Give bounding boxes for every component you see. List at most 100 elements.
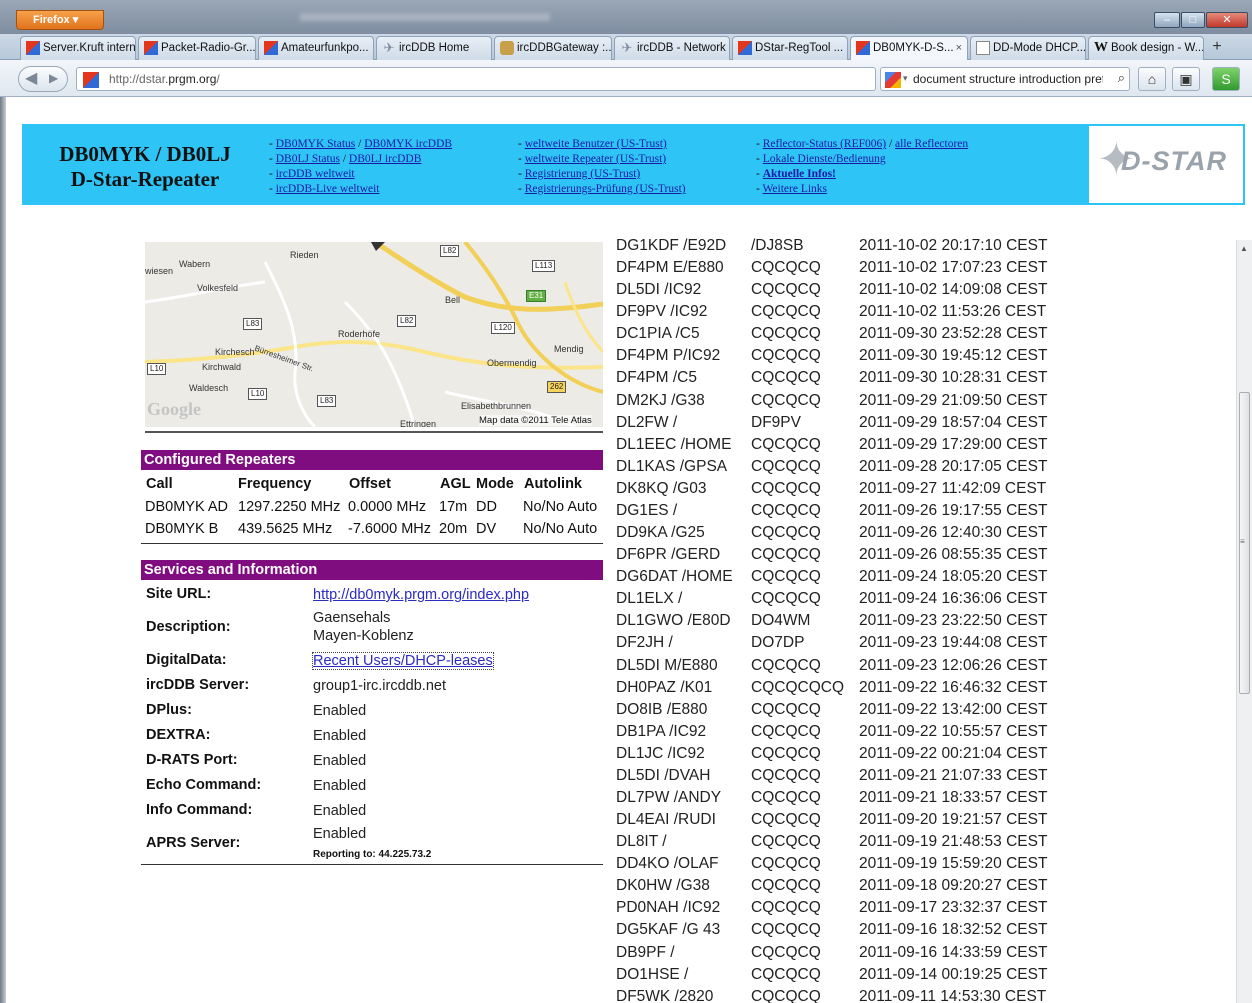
vertical-scrollbar[interactable]: ▲ ≡ [1236, 240, 1252, 1003]
link-weltweite-benutzer[interactable]: weltweite Benutzer (US-Trust) [525, 138, 667, 150]
user-timestamp: 2011-09-21 21:07:33 CEST [859, 766, 1048, 784]
tab-ircddb-gateway[interactable]: ircDDBGateway :... [494, 36, 612, 60]
repeater-mode: DD [476, 499, 497, 515]
link-registrierungs-pruefung[interactable]: Registrierungs-Prüfung (US-Trust) [525, 183, 686, 195]
aprs-reporting: Reporting to: 44.225.73.2 [313, 849, 432, 860]
link-reflector-status[interactable]: Reflector-Status (REF006) [763, 138, 886, 150]
tab-ircddb-home[interactable]: ✈ ircDDB Home [376, 36, 492, 60]
tab-label: ircDDB - Network [637, 42, 726, 54]
bookmarks-menu-icon[interactable]: ▣ [1172, 67, 1200, 91]
search-bar[interactable]: ▾ document structure introduction prefa … [880, 67, 1130, 91]
user-timestamp: 2011-09-19 15:59:20 CEST [859, 855, 1048, 873]
link-registrierung[interactable]: Registrierung (US-Trust) [525, 168, 641, 180]
user-callsign: DK0HW /G38 [616, 877, 710, 895]
link-weitere-links[interactable]: Weitere Links [763, 183, 828, 195]
repeater-offset: 0.0000 MHz [348, 499, 427, 515]
back-arrow-icon[interactable]: ◀ [25, 68, 37, 88]
user-callsign: DF4PM E/E880 [616, 259, 724, 277]
user-destination: CQCQCQ [751, 987, 821, 1003]
user-timestamp: 2011-09-21 18:33:57 CEST [859, 789, 1048, 806]
tab-dd-mode-dhcp[interactable]: DD-Mode DHCP... [970, 36, 1086, 60]
user-callsign: DL5DI /IC92 [616, 281, 702, 299]
tab-amateurfunk[interactable]: Amateurfunkpo... [258, 36, 374, 60]
close-window-icon[interactable]: ✕ [1206, 12, 1248, 28]
tab-book-design[interactable]: W Book design - W... [1088, 36, 1204, 60]
user-callsign: DF9PV /IC92 [616, 303, 708, 321]
map-label: Bell [445, 295, 461, 305]
minimize-icon[interactable]: – [1154, 12, 1180, 28]
user-timestamp: 2011-09-29 21:09:50 CEST [859, 391, 1048, 409]
user-destination: CQCQCQ [751, 303, 821, 321]
link-aktuelle-infos[interactable]: Aktuelle Infos! [763, 168, 836, 180]
user-destination: CQCQCQ [751, 899, 821, 917]
site-title-line1: DB0MYK / DB0LJ [59, 142, 231, 166]
link-db0lj-ircddb[interactable]: DB0LJ ircDDB [349, 153, 422, 165]
user-callsign: DD4KO /OLAF [616, 855, 719, 873]
user-destination: CQCQCQ [751, 568, 821, 586]
url-bar[interactable]: http://dstar.prgm.org/ ★ ▾ ↻ [76, 67, 944, 91]
site-title-line2: D-Star-Repeater [70, 167, 220, 191]
col-offset: Offset [349, 476, 391, 492]
link-ircddb-live[interactable]: ircDDB-Live weltweit [276, 183, 380, 195]
repeater-frequency: 439.5625 MHz [238, 521, 333, 537]
url-prefix: http://dstar. [109, 72, 169, 86]
link-ircddb-weltweit[interactable]: ircDDB weltweit [276, 168, 355, 180]
back-forward-buttons[interactable]: ◀ ▶ [18, 66, 68, 92]
map-label: Obermendig [487, 358, 537, 368]
link-db0lj-status[interactable]: DB0LJ Status [276, 153, 340, 165]
tab-ircddb-network[interactable]: ✈ ircDDB - Network [614, 36, 730, 60]
user-destination: CQCQCQ [751, 369, 821, 387]
tab-strip: Server.Kruft intern Packet-Radio-Gr... A… [0, 34, 1252, 61]
user-timestamp: 2011-09-22 00:21:04 CEST [859, 744, 1048, 762]
forward-arrow-icon[interactable]: ▶ [49, 71, 58, 85]
recent-users-link[interactable]: Recent Users/DHCP-leases [312, 652, 494, 670]
services-heading: Services and Information [141, 560, 603, 580]
user-callsign: DH0PAZ /K01 [616, 678, 713, 696]
addon-icon[interactable]: S [1212, 67, 1240, 91]
url-text[interactable]: http://dstar.prgm.org/ [109, 72, 220, 86]
repeater-call: DB0MYK AD [145, 499, 228, 515]
tab-label: DB0MYK-D-S... [873, 42, 954, 54]
site-url-link[interactable]: http://db0myk.prgm.org/index.php [313, 587, 529, 603]
tab-packet-radio[interactable]: Packet-Radio-Gr... [138, 36, 256, 60]
search-icon[interactable]: ⌕ [1118, 70, 1125, 86]
user-timestamp: 2011-09-23 19:44:08 CEST [859, 634, 1048, 652]
aprs-value: Enabled [313, 826, 367, 842]
location-map[interactable]: Wabern Rieden wiesen Volkesfeld Bell Rod… [145, 242, 603, 427]
tab-label: Server.Kruft intern [43, 42, 136, 54]
user-timestamp: 2011-09-18 09:20:27 CEST [859, 877, 1048, 895]
link-lokale-dienste[interactable]: Lokale Dienste/Bedienung [763, 153, 886, 165]
info-label: Info Command: [146, 802, 253, 818]
map-label: Elisabethbrunnen [461, 401, 532, 411]
tab-server-kruft[interactable]: Server.Kruft intern [20, 36, 136, 60]
window-titlebar: Firefox ▾ – □ ✕ [0, 0, 1252, 34]
firefox-menu-button[interactable]: Firefox ▾ [16, 10, 104, 30]
dstar-favicon-icon [26, 41, 40, 55]
user-timestamp: 2011-10-02 11:53:26 CEST [859, 303, 1047, 321]
link-alle-reflectoren[interactable]: alle Reflectoren [895, 138, 968, 150]
map-label: Kirchwald [202, 362, 242, 372]
scroll-up-icon[interactable]: ▲ [1240, 244, 1248, 253]
header-links-column-2: - weltweite Benutzer (US-Trust) - weltwe… [518, 138, 686, 195]
engine-dropdown-icon[interactable]: ▾ [903, 73, 908, 84]
user-destination: DO4WM [751, 612, 811, 630]
repeater-autolink: No/No Auto [523, 499, 598, 515]
dstar-favicon-icon [144, 41, 158, 55]
maximize-icon[interactable]: □ [1181, 12, 1205, 28]
search-input[interactable]: document structure introduction prefa [913, 72, 1103, 86]
close-tab-icon[interactable]: × [956, 37, 962, 59]
link-db0myk-ircddb[interactable]: DB0MYK ircDDB [364, 138, 452, 150]
user-timestamp: 2011-09-23 12:06:26 CEST [859, 656, 1048, 674]
road-shield: E31 [526, 290, 547, 302]
link-db0myk-status[interactable]: DB0MYK Status [276, 138, 356, 150]
dstar-logo: ✦ D-STAR [1089, 126, 1243, 203]
user-timestamp: 2011-09-22 10:55:57 CEST [859, 722, 1048, 740]
tab-db0myk-active[interactable]: DB0MYK-D-S... × [850, 36, 968, 61]
map-label: Wabern [179, 259, 211, 269]
google-search-engine-icon[interactable] [885, 72, 901, 88]
new-tab-button[interactable]: + [1206, 36, 1228, 58]
home-icon[interactable]: ⌂ [1138, 67, 1166, 91]
tab-dstar-regtool[interactable]: DStar-RegTool ... [732, 36, 848, 60]
user-timestamp: 2011-09-24 18:05:20 CEST [859, 568, 1048, 586]
link-weltweite-repeater[interactable]: weltweite Repeater (US-Trust) [525, 153, 666, 165]
